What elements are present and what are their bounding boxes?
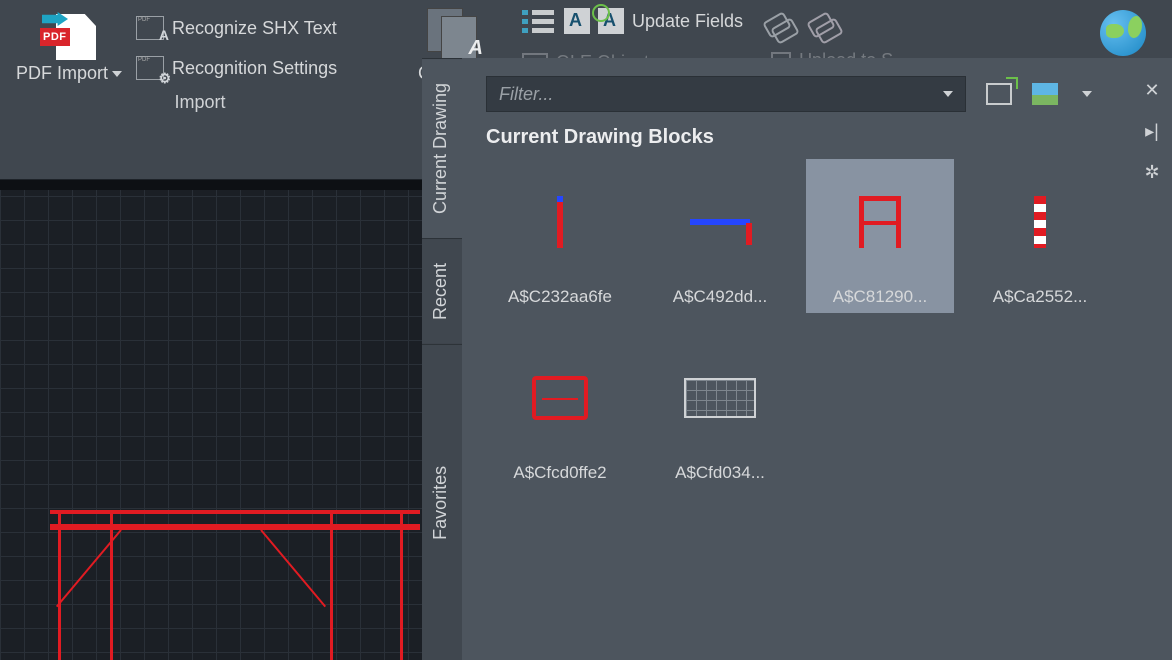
filter-input[interactable]: Filter... [486, 76, 966, 112]
data-link-icon[interactable] [809, 10, 839, 40]
insert-block-icon[interactable] [986, 83, 1012, 105]
drawing-geometry [50, 450, 420, 660]
block-label: A$C492dd... [673, 287, 768, 307]
drawing-canvas[interactable] [0, 180, 430, 660]
palette-content: Filter... Current Drawing Blocks A$C232a… [462, 58, 1172, 660]
close-icon[interactable]: ✕ [1144, 80, 1159, 101]
pdf-import-label: PDF Import [16, 63, 108, 83]
tab-current-drawing[interactable]: Current Drawing [422, 58, 462, 238]
recognition-settings-button[interactable]: ⚙ Recognition Settings [130, 52, 343, 84]
combine-text-icon: A [427, 8, 481, 60]
palette-window-controls: ✕ ▸| ✲ [1138, 80, 1166, 183]
pdf-badge: PDF [40, 28, 70, 46]
palette-tabs: Current Drawing Recent Favorites [422, 58, 462, 660]
block-thumbnail [660, 167, 780, 277]
update-fields-button[interactable]: Update Fields [516, 4, 749, 38]
blocks-grid: A$C232aa6fe A$C492dd... A$C81290... A$Ca255… [486, 159, 1154, 489]
blocks-palette: Current Drawing Recent Favorites Filter.… [422, 58, 1172, 660]
update-fields-label: Update Fields [632, 11, 743, 32]
block-item[interactable]: A$Ca2552... [966, 159, 1114, 313]
field-a-icon [564, 8, 590, 34]
list-icon [522, 8, 556, 34]
tab-recent[interactable]: Recent [422, 238, 462, 344]
block-thumbnail [980, 167, 1100, 277]
block-label: A$C232aa6fe [508, 287, 612, 307]
view-dropdown-icon[interactable] [1082, 91, 1092, 97]
chevron-down-icon [943, 91, 953, 97]
recognize-shx-button[interactable]: A Recognize SHX Text [130, 12, 343, 44]
block-label: A$Ca2552... [993, 287, 1088, 307]
block-thumbnail [500, 167, 620, 277]
pdf-import-icon: PDF [40, 8, 98, 60]
block-label: A$Cfcd0ffe2 [513, 463, 606, 483]
block-item[interactable]: A$C492dd... [646, 159, 794, 313]
block-item[interactable]: A$C232aa6fe [486, 159, 634, 313]
block-thumbnail [820, 167, 940, 277]
field-refresh-icon [598, 8, 624, 34]
section-title: Current Drawing Blocks [486, 126, 1154, 149]
recognition-settings-label: Recognition Settings [172, 58, 337, 79]
block-thumbnail [660, 343, 780, 453]
globe-icon[interactable] [1100, 10, 1146, 56]
recognition-settings-icon: ⚙ [136, 56, 164, 80]
panel-import: PDF PDF Import A Recognize SHX Text ⚙ Re… [0, 0, 400, 179]
dropdown-caret-icon [112, 71, 122, 77]
settings-icon[interactable]: ✲ [1144, 162, 1159, 183]
block-label: A$Cfd034... [675, 463, 765, 483]
recognize-shx-icon: A [136, 16, 164, 40]
filter-placeholder: Filter... [499, 84, 553, 105]
block-item[interactable]: A$Cfd034... [646, 335, 794, 489]
tab-favorites[interactable]: Favorites [422, 344, 462, 660]
block-item[interactable]: A$Cfcd0ffe2 [486, 335, 634, 489]
block-thumbnail [500, 343, 620, 453]
pdf-import-button[interactable]: PDF PDF Import [8, 4, 130, 88]
block-item[interactable]: A$C81290... [806, 159, 954, 313]
hyperlink-icon[interactable] [765, 10, 795, 40]
recognize-shx-label: Recognize SHX Text [172, 18, 337, 39]
autohide-icon[interactable]: ▸| [1145, 121, 1159, 142]
block-label: A$C81290... [833, 287, 928, 307]
panel-import-label: Import [8, 88, 392, 119]
thumbnail-view-icon[interactable] [1032, 83, 1058, 105]
